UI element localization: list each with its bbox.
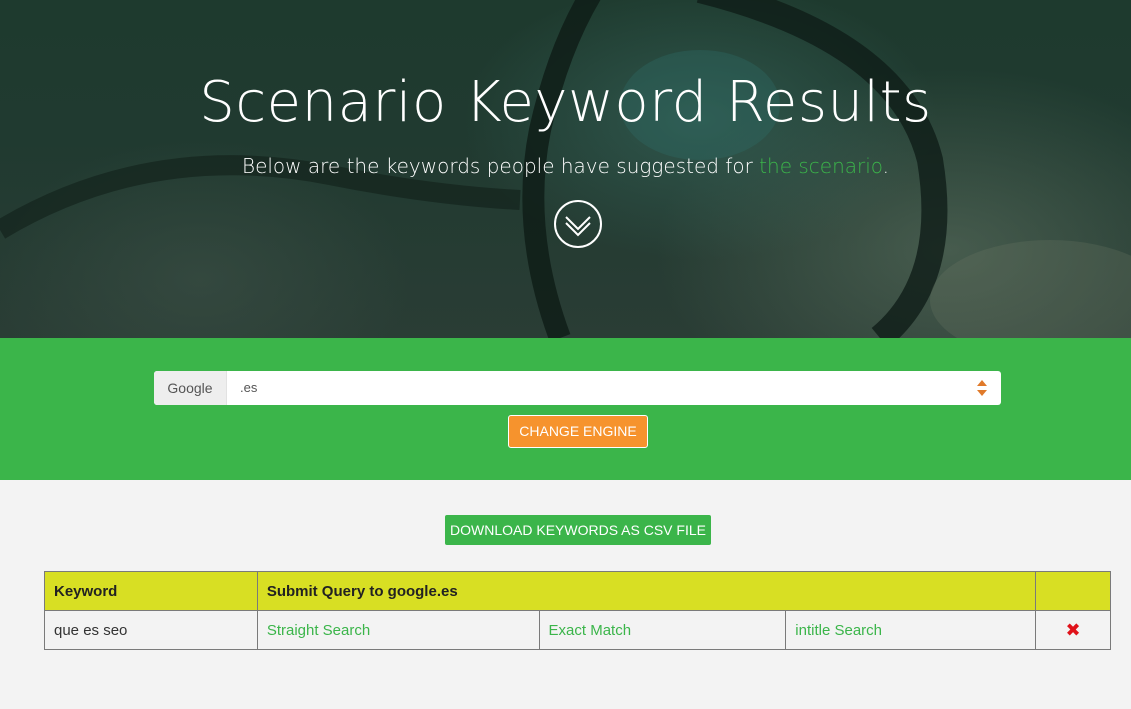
intitle-search-cell: intitle Search <box>785 610 1037 650</box>
keyword-table: Keyword Submit Query to google.es que es… <box>44 571 1111 650</box>
download-csv-button[interactable]: DOWNLOAD KEYWORDS AS CSV FILE <box>445 515 711 545</box>
subtitle-period: . <box>882 154 890 178</box>
keyword-cell: que es seo <box>44 610 258 650</box>
engine-selector: Google .es <box>154 371 1001 405</box>
change-engine-button[interactable]: CHANGE ENGINE <box>508 415 648 448</box>
chevron-double-down-icon <box>565 216 591 237</box>
hero-banner: Scenario Keyword Results Below are the k… <box>0 0 1131 338</box>
delete-cell: ✖ <box>1035 610 1111 650</box>
straight-search-link[interactable]: Straight Search <box>267 622 370 639</box>
scenario-link[interactable]: the scenario <box>759 154 883 178</box>
table-header-row: Keyword Submit Query to google.es <box>44 571 1111 611</box>
subtitle-text: Below are the keywords people have sugge… <box>241 154 760 178</box>
exact-match-cell: Exact Match <box>538 610 787 650</box>
scroll-down-button[interactable] <box>554 200 602 248</box>
engine-domain-value: .es <box>240 380 258 395</box>
keyword-column-header: Keyword <box>44 571 258 611</box>
page-title: Scenario Keyword Results <box>199 70 932 135</box>
straight-search-cell: Straight Search <box>256 610 540 650</box>
engine-label: Google <box>154 371 227 405</box>
exact-match-link[interactable]: Exact Match <box>549 622 632 639</box>
intitle-search-link[interactable]: intitle Search <box>795 622 882 639</box>
engine-panel: Google .es CHANGE ENGINE <box>0 338 1131 480</box>
page-subtitle: Below are the keywords people have sugge… <box>0 154 1131 178</box>
table-row: que es seo Straight Search Exact Match i… <box>44 610 1111 650</box>
actions-column-header <box>1035 571 1111 611</box>
submit-query-label: Submit Query to <box>266 582 388 600</box>
delete-icon[interactable]: ✖ <box>1065 620 1080 640</box>
query-domain: google.es <box>387 582 458 600</box>
submit-query-header: Submit Query to google.es <box>256 571 1037 611</box>
select-arrows-icon <box>977 380 987 396</box>
engine-domain-select[interactable]: .es <box>227 371 1001 405</box>
